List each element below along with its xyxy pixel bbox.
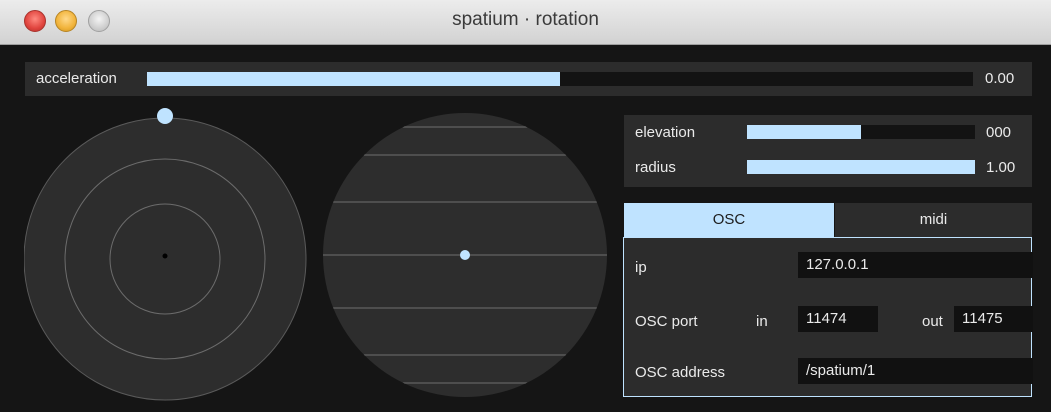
acceleration-slider-fill (147, 72, 560, 86)
osc-in-label: in (756, 313, 768, 330)
elevation-slider[interactable] (747, 125, 975, 139)
radius-slider[interactable] (747, 160, 975, 174)
ip-label: ip (635, 259, 647, 276)
tab-midi[interactable]: midi (835, 203, 1032, 237)
osc-settings-panel: ip 127.0.0.1 OSC port in 11474 out 11475… (623, 237, 1033, 397)
rotation-handle[interactable] (157, 108, 173, 124)
app-window: spatium · rotation acceleration 0.00 ele… (0, 0, 1051, 412)
ip-field[interactable]: 127.0.0.1 (798, 252, 1033, 278)
acceleration-value: 0.00 (985, 70, 1015, 87)
acceleration-slider[interactable] (147, 72, 973, 86)
elevation-pad[interactable] (322, 112, 612, 402)
osc-in-port-field[interactable]: 11474 (798, 306, 878, 332)
radius-label: radius (635, 159, 676, 176)
osc-out-label: out (922, 313, 943, 330)
elevation-slider-fill (747, 125, 861, 139)
osc-out-port-field[interactable]: 11475 (954, 306, 1033, 332)
rotation-pad-outer-ring (24, 117, 307, 401)
rotation-pad[interactable] (24, 108, 308, 402)
elevation-value: 000 (986, 124, 1012, 141)
elevation-handle[interactable] (460, 250, 470, 260)
title-bar: spatium · rotation (0, 0, 1051, 45)
osc-address-field[interactable]: /spatium/1 (798, 358, 1033, 384)
acceleration-slider-row: acceleration 0.00 (25, 62, 1032, 96)
radius-value: 1.00 (986, 159, 1016, 176)
elevation-label: elevation (635, 124, 696, 141)
osc-port-label: OSC port (635, 313, 698, 330)
params-panel: elevation 000 radius 1.00 (624, 115, 1032, 187)
rotation-pad-center-dot (162, 253, 168, 259)
osc-address-label: OSC address (635, 364, 726, 381)
acceleration-label: acceleration (36, 70, 117, 87)
tab-osc[interactable]: OSC (624, 203, 834, 237)
radius-slider-fill (747, 160, 975, 174)
window-title: spatium · rotation (452, 9, 599, 30)
